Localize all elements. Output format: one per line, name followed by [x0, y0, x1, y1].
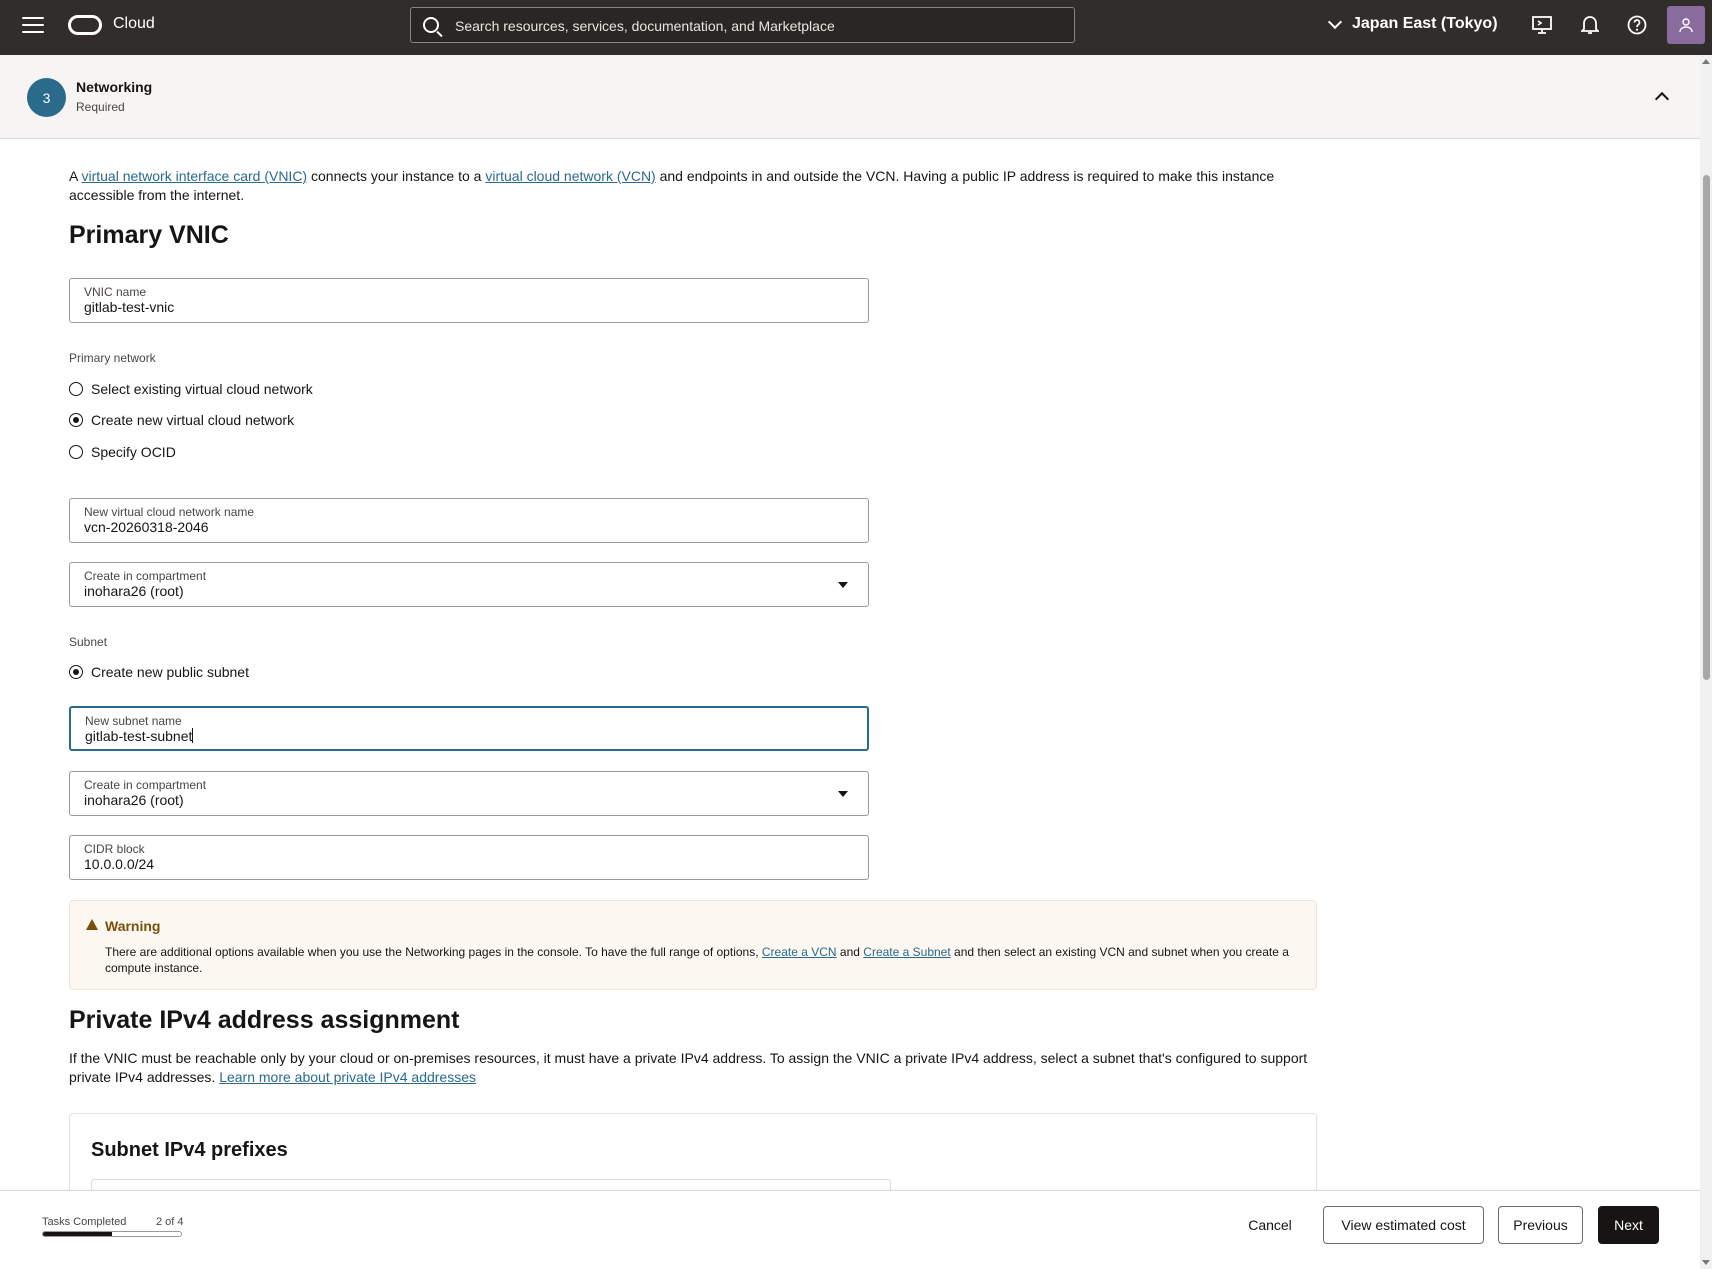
top-navigation-bar: Cloud Search resources, services, docume… — [0, 0, 1712, 55]
radio-label: Create new virtual cloud network — [91, 412, 295, 428]
radio-button[interactable] — [69, 445, 83, 459]
vcn-name-value: vcn-20260318-2046 — [84, 519, 209, 535]
vcn-compartment-value: inohara26 (root) — [84, 583, 184, 599]
networking-section-header[interactable]: 3 Networking Required — [0, 55, 1700, 139]
wizard-footer: Tasks Completed 2 of 4 Cancel View estim… — [0, 1190, 1700, 1265]
region-selector[interactable]: Japan East (Tokyo) — [1327, 14, 1498, 33]
search-input[interactable]: Search resources, services, documentatio… — [410, 7, 1075, 43]
primary-vnic-heading: Primary VNIC — [69, 221, 229, 249]
section-subtitle: Required — [76, 100, 125, 114]
warning-title: Warning — [105, 918, 161, 934]
vcn-compartment-select[interactable]: Create in compartment inohara26 (root) — [69, 562, 869, 607]
scroll-up-arrow-icon[interactable] — [1702, 59, 1710, 64]
step-number-badge: 3 — [27, 78, 66, 117]
warning-banner: Warning There are additional options ava… — [69, 900, 1317, 990]
radio-button-selected[interactable] — [69, 413, 83, 427]
vcn-compartment-label: Create in compartment — [84, 569, 207, 583]
cidr-block-label: CIDR block — [84, 842, 145, 856]
create-subnet-link[interactable]: Create a Subnet — [863, 945, 950, 959]
warning-triangle-icon — [86, 919, 98, 930]
subnet-name-value: gitlab-test-subnet — [85, 728, 193, 744]
search-icon — [423, 17, 439, 33]
dropdown-caret-icon[interactable] — [838, 791, 848, 797]
subnet-ipv4-prefixes-heading: Subnet IPv4 prefixes — [91, 1139, 288, 1161]
subnet-label: Subnet — [69, 635, 108, 649]
create-vcn-link[interactable]: Create a VCN — [762, 945, 837, 959]
subnet-name-label: New subnet name — [85, 714, 182, 728]
subnet-compartment-value: inohara26 (root) — [84, 792, 184, 808]
private-ipv4-heading: Private IPv4 address assignment — [69, 1006, 460, 1034]
vcn-name-label: New virtual cloud network name — [84, 505, 255, 519]
cidr-block-value: 10.0.0.0/24 — [84, 856, 155, 872]
subnet-name-field[interactable]: New subnet name gitlab-test-subnet — [69, 706, 869, 751]
warning-text-a: There are additional options available w… — [105, 945, 762, 959]
radio-button-selected[interactable] — [69, 665, 83, 679]
chevron-up-icon[interactable] — [1654, 91, 1670, 107]
brand-label[interactable]: Cloud — [113, 15, 155, 33]
notifications-bell-icon[interactable] — [1579, 14, 1601, 36]
dropdown-caret-icon[interactable] — [838, 582, 848, 588]
intro-prefix: A — [69, 168, 82, 184]
vnic-name-value: gitlab-test-vnic — [84, 299, 175, 315]
scroll-down-arrow-icon[interactable] — [1702, 1260, 1710, 1265]
learn-more-ipv4-link[interactable]: Learn more about private IPv4 addresses — [219, 1069, 476, 1085]
radio-specify-ocid[interactable]: Specify OCID — [69, 444, 176, 460]
primary-network-label: Primary network — [69, 351, 156, 365]
hamburger-menu-icon[interactable] — [22, 17, 44, 35]
radio-label: Create new public subnet — [91, 664, 249, 680]
radio-select-existing-vcn[interactable]: Select existing virtual cloud network — [69, 381, 313, 397]
vnic-name-label: VNIC name — [84, 285, 147, 299]
progress-fill — [43, 1232, 112, 1236]
vnic-doc-link[interactable]: virtual network interface card (VNIC) — [81, 168, 307, 184]
region-label: Japan East (Tokyo) — [1352, 15, 1498, 32]
cidr-block-field[interactable]: CIDR block 10.0.0.0/24 — [69, 835, 869, 880]
radio-label: Specify OCID — [91, 444, 176, 460]
subnet-compartment-select[interactable]: Create in compartment inohara26 (root) — [69, 771, 869, 816]
page-scrollbar[interactable] — [1700, 55, 1712, 1269]
cancel-button[interactable]: Cancel — [1235, 1206, 1305, 1244]
view-estimated-cost-button[interactable]: View estimated cost — [1323, 1206, 1484, 1244]
tasks-completed-count: 2 of 4 — [156, 1216, 184, 1228]
search-placeholder: Search resources, services, documentatio… — [455, 18, 835, 34]
intro-mid: connects your instance to a — [307, 168, 486, 184]
radio-button[interactable] — [69, 382, 83, 396]
tasks-progress-bar — [42, 1231, 182, 1237]
vcn-doc-link[interactable]: virtual cloud network (VCN) — [485, 168, 655, 184]
help-icon[interactable] — [1626, 14, 1648, 36]
vcn-name-field[interactable]: New virtual cloud network name vcn-20260… — [69, 498, 869, 543]
warning-text-b: and — [836, 945, 864, 959]
subnet-name-input[interactable]: gitlab-test-subnet — [85, 728, 194, 744]
radio-create-new-vcn[interactable]: Create new virtual cloud network — [69, 412, 294, 428]
warning-text: There are additional options available w… — [105, 944, 1305, 976]
previous-button[interactable]: Previous — [1498, 1206, 1583, 1244]
radio-create-public-subnet[interactable]: Create new public subnet — [69, 664, 249, 680]
text-cursor — [192, 728, 194, 743]
subnet-compartment-label: Create in compartment — [84, 778, 207, 792]
private-ipv4-description: If the VNIC must be reachable only by yo… — [69, 1049, 1329, 1087]
oracle-logo-icon[interactable] — [68, 15, 102, 35]
user-avatar-icon[interactable] — [1667, 6, 1705, 44]
tasks-completed-label: Tasks Completed — [42, 1216, 127, 1228]
scrollbar-thumb[interactable] — [1703, 175, 1710, 680]
radio-label: Select existing virtual cloud network — [91, 381, 313, 397]
cloud-shell-icon[interactable] — [1531, 14, 1553, 36]
next-button[interactable]: Next — [1598, 1206, 1659, 1244]
chevron-down-icon — [1327, 14, 1343, 29]
vnic-name-field[interactable]: VNIC name gitlab-test-vnic — [69, 278, 869, 323]
section-title: Networking — [76, 79, 153, 95]
networking-intro-text: A virtual network interface card (VNIC) … — [69, 167, 1319, 205]
